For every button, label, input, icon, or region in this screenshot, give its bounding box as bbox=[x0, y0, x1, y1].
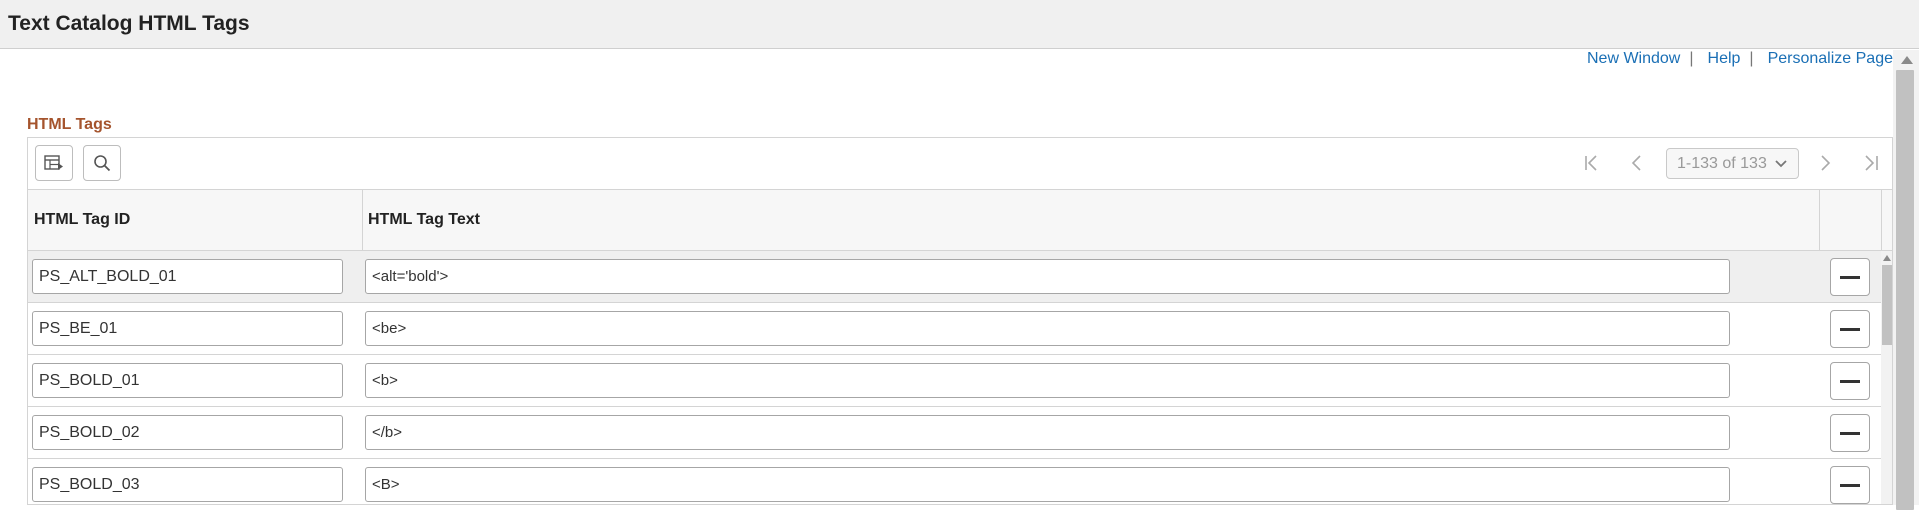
table-row: PS_BE_01 <be> bbox=[28, 303, 1892, 355]
delete-row-button[interactable] bbox=[1830, 362, 1870, 400]
minus-icon bbox=[1840, 483, 1860, 487]
grid-toolbar: 1-133 of 133 bbox=[28, 138, 1892, 190]
html-tag-text-input[interactable]: <b> bbox=[365, 363, 1730, 398]
grid-scrollbar-thumb[interactable] bbox=[1882, 265, 1892, 345]
table-row: PS_BOLD_02 </b> bbox=[28, 407, 1892, 459]
link-separator: | bbox=[1689, 50, 1694, 67]
link-separator: | bbox=[1749, 50, 1754, 67]
delete-row-button[interactable] bbox=[1830, 414, 1870, 452]
column-header-tag-id[interactable]: HTML Tag ID bbox=[28, 190, 130, 251]
grid-settings-icon bbox=[44, 155, 63, 170]
table-row: PS_BOLD_01 <b> bbox=[28, 355, 1892, 407]
grid-rows: PS_ALT_BOLD_01 <alt='bold'> PS_BE_01 <be… bbox=[28, 251, 1892, 504]
html-tags-grid: 1-133 of 133 HTML Tag ID HTML Tag Text P… bbox=[27, 137, 1893, 505]
scroll-up-arrow-icon[interactable] bbox=[1883, 255, 1891, 261]
html-tag-text-input[interactable]: <be> bbox=[365, 311, 1730, 346]
personalize-grid-button[interactable] bbox=[35, 145, 73, 181]
page-header: Text Catalog HTML Tags bbox=[0, 0, 1919, 49]
page-range-text: 1-133 of 133 bbox=[1677, 154, 1767, 172]
last-page-icon[interactable] bbox=[1862, 153, 1880, 173]
html-tag-id-input[interactable]: PS_ALT_BOLD_01 bbox=[32, 259, 343, 294]
find-button[interactable] bbox=[83, 145, 121, 181]
help-link[interactable]: Help bbox=[1708, 50, 1741, 68]
minus-icon bbox=[1840, 379, 1860, 383]
delete-row-button[interactable] bbox=[1830, 466, 1870, 504]
first-page-icon[interactable] bbox=[1583, 153, 1601, 173]
chevron-down-icon bbox=[1775, 160, 1787, 168]
html-tag-id-input[interactable]: PS_BOLD_03 bbox=[32, 467, 343, 502]
minus-icon bbox=[1840, 431, 1860, 435]
table-row: PS_BOLD_03 <B> bbox=[28, 459, 1892, 504]
html-tag-id-input[interactable]: PS_BOLD_01 bbox=[32, 363, 343, 398]
html-tag-text-input[interactable]: <B> bbox=[365, 467, 1730, 502]
personalize-page-link[interactable]: Personalize Page bbox=[1768, 50, 1893, 68]
html-tag-id-input[interactable]: PS_BE_01 bbox=[32, 311, 343, 346]
new-window-link[interactable]: New Window bbox=[1587, 50, 1680, 68]
html-tag-text-input[interactable]: </b> bbox=[365, 415, 1730, 450]
grid-column-header: HTML Tag ID HTML Tag Text bbox=[28, 190, 1892, 251]
column-header-tag-text[interactable]: HTML Tag Text bbox=[362, 190, 480, 251]
scrollbar-thumb[interactable] bbox=[1896, 70, 1914, 510]
minus-icon bbox=[1840, 275, 1860, 279]
scroll-up-arrow-icon[interactable] bbox=[1901, 56, 1913, 64]
minus-icon bbox=[1840, 327, 1860, 331]
page-range-select[interactable]: 1-133 of 133 bbox=[1666, 148, 1799, 179]
delete-row-button[interactable] bbox=[1830, 310, 1870, 348]
page-title: Text Catalog HTML Tags bbox=[8, 12, 250, 35]
search-icon bbox=[94, 155, 111, 172]
next-page-icon[interactable] bbox=[1818, 153, 1832, 173]
page-scrollbar[interactable] bbox=[1893, 50, 1919, 510]
previous-page-icon[interactable] bbox=[1630, 153, 1644, 173]
html-tag-id-input[interactable]: PS_BOLD_02 bbox=[32, 415, 343, 450]
grid-scrollbar[interactable] bbox=[1881, 251, 1892, 504]
section-title: HTML Tags bbox=[27, 116, 112, 133]
delete-row-button[interactable] bbox=[1830, 258, 1870, 296]
table-row: PS_ALT_BOLD_01 <alt='bold'> bbox=[28, 251, 1892, 303]
top-links: New Window | Help | Personalize Page bbox=[1587, 50, 1893, 68]
html-tag-text-input[interactable]: <alt='bold'> bbox=[365, 259, 1730, 294]
